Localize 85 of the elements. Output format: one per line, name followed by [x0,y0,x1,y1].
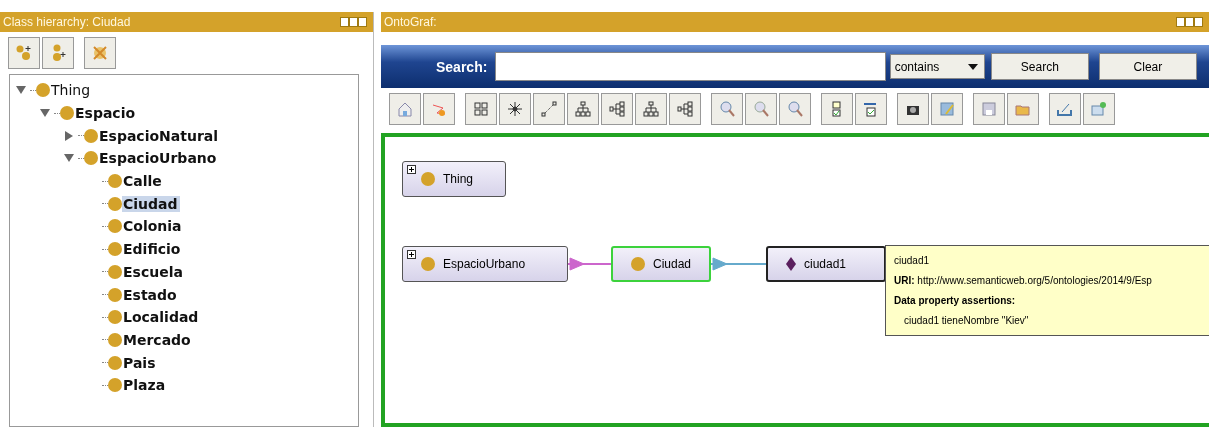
home-icon [396,100,414,118]
tree-item[interactable]: Localidad [122,309,201,326]
expand-plus-icon[interactable] [407,250,416,259]
panel-title: Class hierarchy: Ciudad [3,15,131,29]
tree-item[interactable]: Escuela [122,263,185,280]
add-sibling-button[interactable] [42,37,74,69]
tree-item[interactable]: Ciudad [122,195,180,212]
expanded-arrow-icon[interactable] [40,108,50,119]
clear-button[interactable]: Clear [1098,53,1197,80]
tree-item[interactable]: Estado [122,286,179,303]
dropdown-arrow-icon [967,63,978,70]
zoom-in-icon [718,100,736,118]
class-node[interactable]: Ciudad [611,246,711,282]
individual-node[interactable]: ciudad1 [766,246,886,282]
tree-item[interactable]: Edificio [122,241,183,258]
collapsed-arrow-icon[interactable] [64,130,74,141]
class-icon [60,106,74,121]
tree-item[interactable]: Espacio [74,105,138,122]
class-node[interactable]: Thing [402,161,506,197]
toolbar-button[interactable] [669,93,701,125]
tree-item[interactable]: EspacioUrbano [98,150,219,167]
tree-item[interactable]: EspacioNatural [98,127,221,144]
tree-item[interactable]: Colonia [122,218,184,235]
class-icon [108,332,122,347]
class-icon [84,151,98,166]
individual-icon [786,257,796,271]
expanded-arrow-icon[interactable] [16,85,26,96]
class-icon [108,355,122,370]
search-button[interactable]: Search [990,53,1089,80]
tree-down-icon [574,100,592,118]
class-icon [108,242,122,257]
zoom-reset-icon [752,100,770,118]
class-icon [36,83,50,98]
toolbar-button[interactable] [567,93,599,125]
picture-edit-icon [938,100,956,118]
toolbar-button[interactable] [855,93,887,125]
toolbar-button[interactable] [601,93,633,125]
tree-item[interactable]: Pais [122,354,158,371]
tooltip-section-heading: Data property assertions: [894,294,1017,308]
class-icon [108,310,122,325]
expanded-arrow-icon[interactable] [64,153,74,164]
node-label: Thing [443,172,474,186]
pin-note-icon [1090,100,1108,118]
zoom-out-icon [786,100,804,118]
class-icon [108,264,122,279]
delete-class-icon [91,44,109,62]
uri-label: URI: [894,275,915,286]
search-label: Search: [436,58,488,75]
save-icon [980,100,998,118]
class-icon [108,174,122,189]
node-label: EspacioUrbano [443,257,526,271]
class-icon [421,172,435,186]
tree-item[interactable]: Thing [50,82,93,99]
match-dropdown[interactable]: contains [889,54,985,79]
toolbar-button[interactable] [635,93,667,125]
tree-right-icon [608,100,626,118]
panel-title: OntoGraf: [384,15,437,29]
class-icon [108,196,122,211]
search-field[interactable] [495,52,886,81]
tree-right-icon [676,100,694,118]
uri-value: http://www.semanticweb.org/5/ontologies/2014/9/Esp [917,275,1152,286]
class-icon [421,257,435,271]
tooltip-title: ciudad1 [894,254,931,268]
tree-down-icon [642,100,660,118]
toolbar-button[interactable] [897,93,929,125]
add-subclass-button[interactable] [8,37,40,69]
class-icon [84,128,98,143]
class-icon [108,287,122,302]
node-label: ciudad1 [804,257,847,271]
class-node[interactable]: EspacioUrbano [402,246,568,282]
expand-plus-icon[interactable] [407,165,416,174]
class-icon [108,219,122,234]
tree-item[interactable]: Mercado [122,331,193,348]
grid-icon [472,100,490,118]
class-icon [108,378,122,393]
delete-class-button[interactable] [84,37,116,69]
class-icon [631,257,645,271]
add-subclass-icon [15,44,33,62]
path-icon [540,100,558,118]
tree-item[interactable]: Calle [122,173,164,190]
node-label: Ciudad [653,257,692,271]
tree-item[interactable]: Plaza [122,377,168,394]
radial-layout-icon [506,100,524,118]
toolbar-button[interactable] [499,93,531,125]
assertion-text: ciudad1 tieneNombre "Kiev" [903,314,1030,328]
